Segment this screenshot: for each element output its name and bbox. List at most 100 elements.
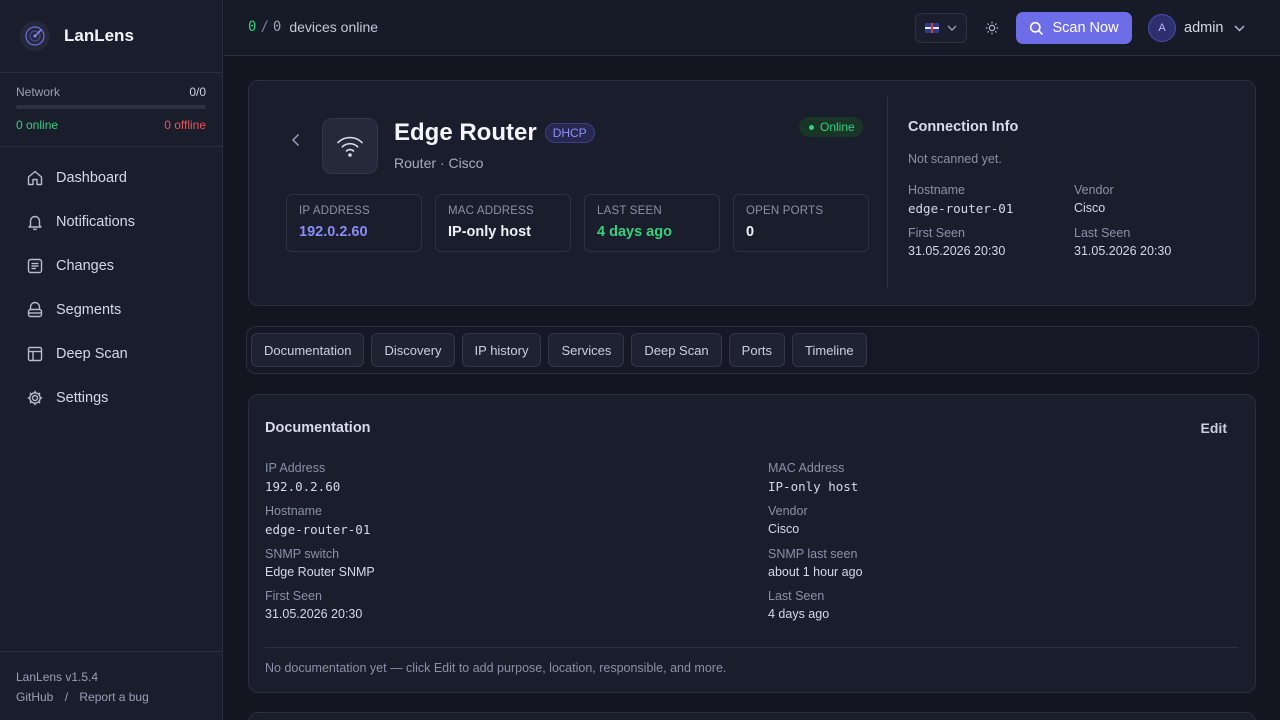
documentation-card: Documentation Edit IP Address 192.0.2.60… xyxy=(248,394,1256,693)
report-bug-link[interactable]: Report a bug xyxy=(79,690,148,704)
layers-icon xyxy=(27,301,43,318)
sidebar-item-segments[interactable]: Segments xyxy=(12,288,210,332)
stat-value: 192.0.2.60 xyxy=(299,224,368,240)
sidebar-item-changes[interactable]: Changes xyxy=(12,244,210,288)
sidebar-item-label: Notifications xyxy=(56,214,135,230)
github-link[interactable]: GitHub xyxy=(16,690,53,704)
network-summary: Network 0/0 0 online 0 offline xyxy=(16,85,206,132)
tab-ports[interactable]: Ports xyxy=(728,333,786,367)
field-value: Edge Router SNMP xyxy=(265,565,375,579)
uk-flag-icon xyxy=(925,23,939,33)
vendor-value: Cisco xyxy=(1074,201,1106,215)
device-stats: IP ADDRESS 192.0.2.60 MAC ADDRESS IP-onl… xyxy=(286,194,869,252)
tab-documentation[interactable]: Documentation xyxy=(251,333,365,367)
field-label: MAC Address xyxy=(768,461,845,475)
hostname-value: edge-router-01 xyxy=(908,201,1014,216)
field-value: Cisco xyxy=(768,522,800,536)
user-menu[interactable]: A admin xyxy=(1148,14,1245,42)
scan-now-label: Scan Now xyxy=(1052,20,1119,36)
field-label: SNMP last seen xyxy=(768,547,858,561)
table-icon xyxy=(27,346,43,362)
tab-ip-history[interactable]: IP history xyxy=(461,333,542,367)
gear-icon xyxy=(27,390,43,406)
documentation-fields: IP Address 192.0.2.60 MAC Address IP-onl… xyxy=(265,461,1255,621)
connection-info: Connection Info Not scanned yet. Hostnam… xyxy=(908,119,1238,258)
home-icon xyxy=(27,170,43,186)
scan-now-button[interactable]: Scan Now xyxy=(1016,12,1132,44)
stat-value: IP-only host xyxy=(448,224,531,240)
status-badge: Online xyxy=(799,117,863,137)
device-header-card: Edge Router DHCP Router · Cisco Online I… xyxy=(248,80,1256,306)
device-type-icon xyxy=(322,118,378,174)
sidebar-item-label: Changes xyxy=(56,258,115,274)
chevron-down-icon xyxy=(947,25,957,31)
sidebar-item-label: Dashboard xyxy=(56,170,127,186)
sidebar-item-notifications[interactable]: Notifications xyxy=(12,200,210,244)
sidebar-item-deep-scan[interactable]: Deep Scan xyxy=(12,332,210,376)
avatar: A xyxy=(1148,14,1176,42)
search-icon xyxy=(1030,21,1044,35)
tab-services[interactable]: Services xyxy=(548,333,625,367)
sidebar-item-dashboard[interactable]: Dashboard xyxy=(12,156,210,200)
list-icon xyxy=(27,258,43,274)
online-devices-count: 0 xyxy=(248,19,257,35)
edit-button[interactable]: Edit xyxy=(1201,420,1227,436)
stat-label: IP ADDRESS xyxy=(299,205,370,217)
stat-mac-address: MAC ADDRESS IP-only host xyxy=(435,194,571,252)
network-progress-bar xyxy=(16,105,206,109)
field-label: SNMP switch xyxy=(265,547,340,561)
divider xyxy=(0,72,222,73)
tab-discovery[interactable]: Discovery xyxy=(371,333,455,367)
device-subtitle: Router · Cisco xyxy=(394,155,484,171)
divider xyxy=(0,651,222,652)
stat-label: MAC ADDRESS xyxy=(448,205,534,217)
field-value: 31.05.2026 20:30 xyxy=(265,607,363,621)
doc-field-snmp-switch: SNMP switch Edge Router SNMP xyxy=(265,547,768,579)
radar-logo-icon xyxy=(20,21,50,51)
vendor-label: Vendor xyxy=(1074,183,1114,197)
sidebar-item-settings[interactable]: Settings xyxy=(12,376,210,420)
back-button[interactable] xyxy=(287,131,305,152)
first-seen-label: First Seen xyxy=(908,226,965,240)
device-title: Edge Router DHCP xyxy=(394,119,595,147)
sidebar-item-label: Settings xyxy=(56,390,109,406)
stat-open-ports: OPEN PORTS 0 xyxy=(733,194,869,252)
last-seen-label: Last Seen xyxy=(1074,226,1131,240)
divider xyxy=(265,647,1238,648)
next-section-card xyxy=(248,712,1256,720)
brand-name: LanLens xyxy=(64,26,134,45)
stat-last-seen: LAST SEEN 4 days ago xyxy=(584,194,720,252)
doc-field-ip-address: IP Address 192.0.2.60 xyxy=(265,461,768,494)
chevron-down-icon xyxy=(1233,24,1245,32)
tab-timeline[interactable]: Timeline xyxy=(792,333,867,367)
brand[interactable]: LanLens xyxy=(20,20,134,52)
field-value: IP-only host xyxy=(768,479,859,494)
first-seen-value: 31.05.2026 20:30 xyxy=(908,244,1006,258)
stat-value: 0 xyxy=(746,224,755,240)
sidebar-nav: Dashboard Notifications Changes Segments… xyxy=(12,156,210,420)
wifi-icon xyxy=(337,136,363,157)
field-label: Last Seen xyxy=(768,589,825,603)
user-name: admin xyxy=(1184,20,1224,36)
footer-separator: / xyxy=(64,690,69,704)
offline-count: 0 offline xyxy=(164,118,206,132)
topbar: 0 / 0 devices online Scan Now A admin xyxy=(224,0,1280,56)
network-label: Network xyxy=(16,85,61,99)
connection-info-note: Not scanned yet. xyxy=(908,152,1002,166)
vertical-divider xyxy=(887,97,888,289)
documentation-title: Documentation xyxy=(265,420,371,436)
devices-online-indicator: 0 / 0 devices online xyxy=(248,19,378,35)
tab-deep-scan[interactable]: Deep Scan xyxy=(631,333,722,367)
chevron-left-icon xyxy=(291,133,300,147)
theme-toggle[interactable] xyxy=(982,18,1002,38)
sun-icon xyxy=(985,21,999,35)
doc-field-last-seen: Last Seen 4 days ago xyxy=(768,589,1255,621)
hostname-label: Hostname xyxy=(908,183,965,197)
stat-label: OPEN PORTS xyxy=(746,205,824,217)
sidebar-item-label: Segments xyxy=(56,302,122,318)
language-selector[interactable] xyxy=(915,13,967,43)
device-tabs: Documentation Discovery IP history Servi… xyxy=(246,326,1259,374)
sidebar-footer: LanLens v1.5.4 GitHub / Report a bug xyxy=(16,667,149,707)
status-dot-icon xyxy=(809,124,814,130)
stat-label: LAST SEEN xyxy=(597,205,662,217)
